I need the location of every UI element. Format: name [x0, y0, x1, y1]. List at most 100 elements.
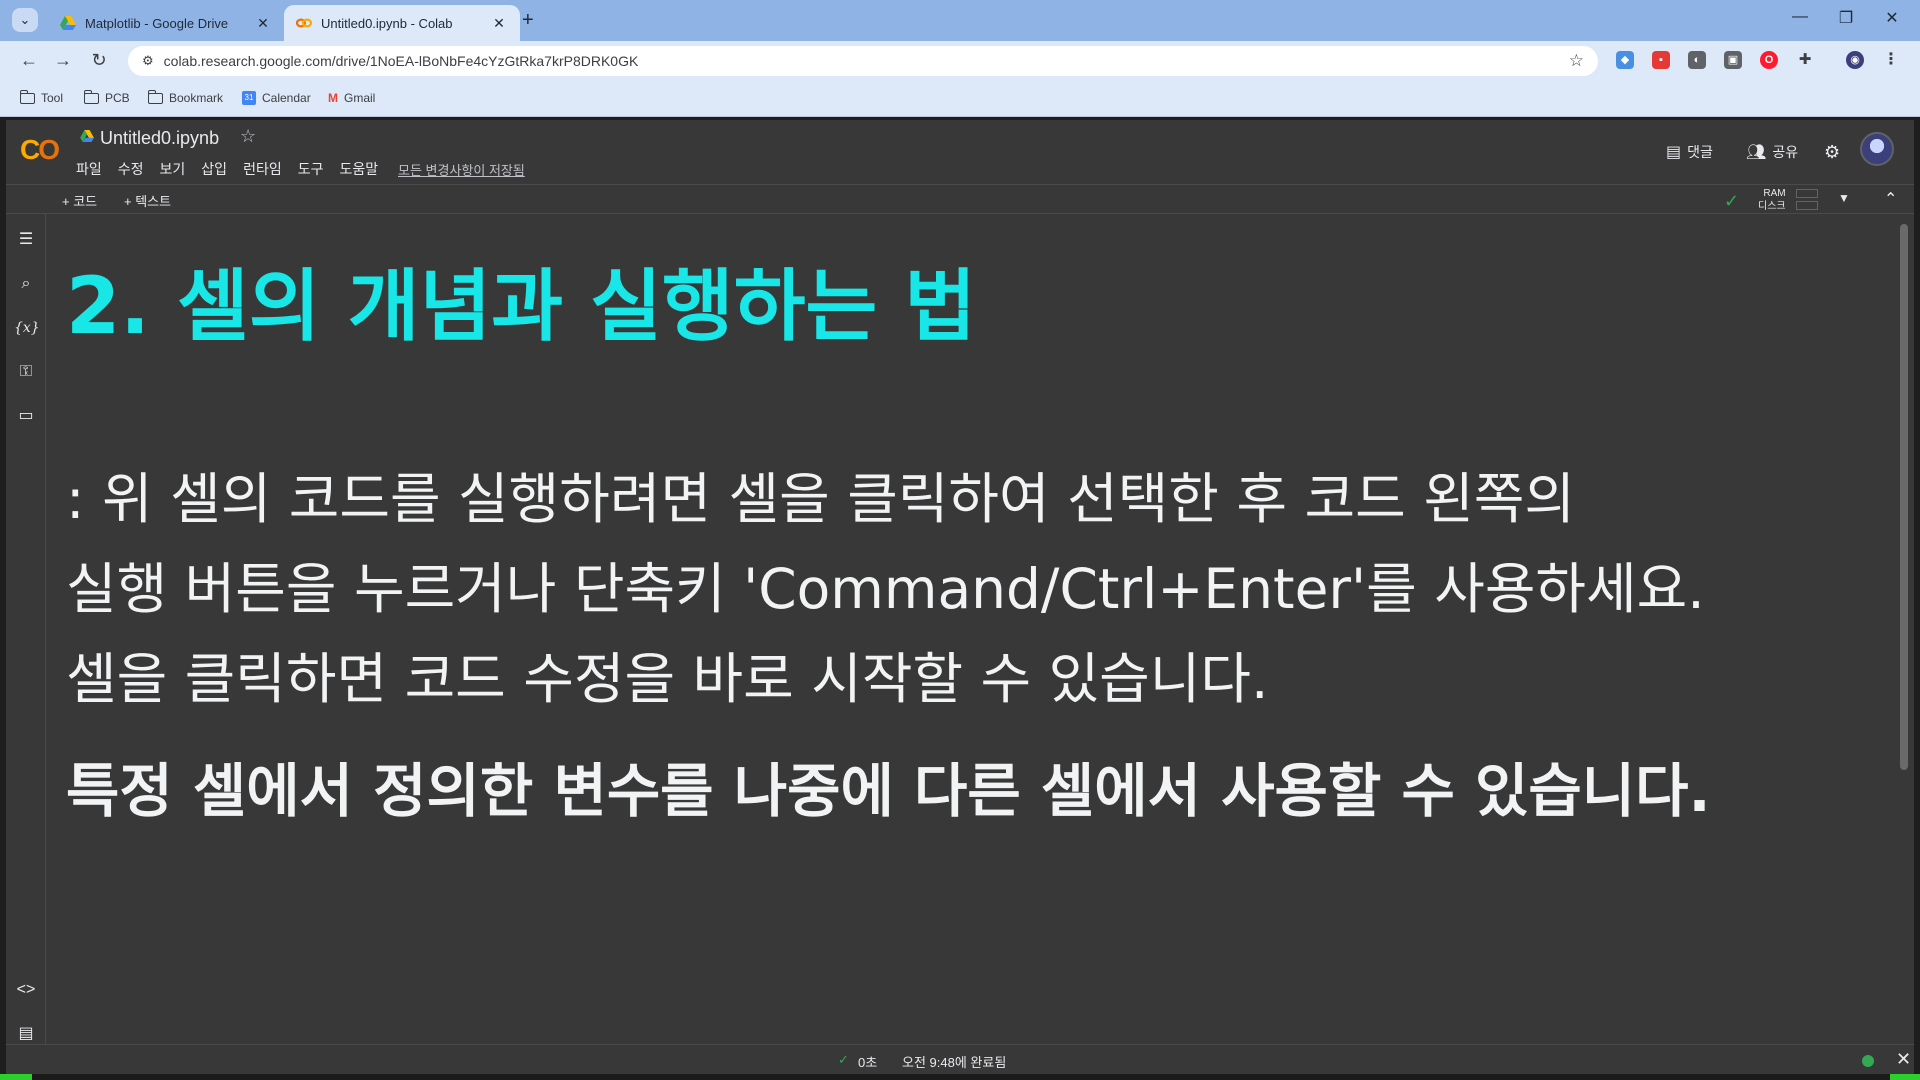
bookmark-label: Gmail	[344, 91, 376, 105]
bookmark-label: Calendar	[262, 91, 311, 105]
code-snippets-icon[interactable]: <>	[14, 978, 38, 1002]
execution-duration: 0초	[858, 1055, 878, 1070]
bookmark-pcb[interactable]: PCB	[83, 89, 130, 105]
menu-file[interactable]: 파일	[76, 159, 102, 179]
site-info-icon[interactable]: ⚙	[142, 53, 154, 69]
share-button[interactable]: 👥︎ 공유	[1746, 142, 1798, 162]
bookmark-tool[interactable]: Tool	[19, 89, 64, 105]
menu-bar: 파일 수정 보기 삽입 런타임 도구 도움말	[76, 159, 378, 179]
screen: ⌄ Matplotlib - Google Drive ✕ Untitled0.…	[0, 0, 1920, 1080]
left-sidebar: ☰ ⌕ {x} ⚿ ▭ <> ▤	[6, 214, 46, 1074]
close-icon[interactable]: ✕	[254, 15, 272, 32]
terminal-icon[interactable]: ▤	[14, 1022, 38, 1046]
profile-avatar[interactable]: ◉	[1846, 51, 1864, 69]
url-text: colab.research.google.com/drive/1NoEA-lB…	[163, 53, 639, 69]
folder-icon	[19, 89, 35, 104]
execution-completed: 오전 9:48에 완료됨	[902, 1055, 1007, 1070]
tab-search-button[interactable]: ⌄	[12, 8, 38, 32]
folder-icon	[83, 89, 99, 104]
extension-icon[interactable]: ◆	[1616, 51, 1634, 69]
user-avatar[interactable]	[1860, 132, 1894, 166]
folder-icon	[147, 89, 163, 104]
runtime-status-dot	[1862, 1055, 1874, 1067]
connected-check-icon: ✓	[1724, 191, 1740, 211]
menu-edit[interactable]: 수정	[118, 159, 144, 179]
colab-icon	[296, 18, 312, 28]
cell-text-line: 실행 버튼을 누르거나 단축키 'Command/Ctrl+Enter'를 사용…	[66, 557, 1705, 621]
cell-text-line: 셀을 클릭하면 코드 수정을 바로 시작할 수 있습니다.	[66, 647, 1269, 711]
comment-icon: ▤	[1666, 144, 1682, 161]
extension-icon[interactable]: ▣	[1724, 51, 1742, 69]
reload-icon[interactable]: ↻	[86, 50, 112, 71]
notebook-content: 2. 셀의 개념과 실행하는 법 : 위 셀의 코드를 실행하려면 셀을 클릭하…	[46, 214, 1908, 1044]
add-text-button[interactable]: + 텍스트	[124, 191, 171, 210]
tab-title: Matplotlib - Google Drive	[85, 15, 229, 31]
bookmark-bookmark[interactable]: Bookmark	[147, 89, 224, 105]
extension-icon[interactable]: ▪	[1652, 51, 1670, 69]
cell-text-bold-line: 특정 셀에서 정의한 변수를 나중에 다른 셀에서 사용할 수 있습니다.	[66, 757, 1711, 825]
restore-icon[interactable]: ❐	[1826, 8, 1866, 28]
cell-text-line: : 위 셀의 코드를 실행하려면 셀을 클릭하여 선택한 후 코드 왼쪽의	[66, 467, 1575, 531]
bookmark-label: PCB	[105, 91, 130, 105]
share-label: 공유	[1772, 144, 1799, 160]
bookmark-gmail[interactable]: M Gmail	[328, 91, 375, 105]
disk-label: 디스크	[1758, 201, 1786, 212]
browser-tab-strip: ⌄ Matplotlib - Google Drive ✕ Untitled0.…	[0, 0, 1920, 41]
save-status-link[interactable]: 모든 변경사항이 저장됨	[398, 160, 525, 179]
back-icon[interactable]: ←	[16, 50, 42, 71]
colab-app: CO Untitled0.ipynb ☆ 파일 수정 보기 삽입 런타임 도구 …	[6, 120, 1914, 1074]
search-icon[interactable]: ⌕	[14, 272, 38, 296]
settings-gear-icon[interactable]: ⚙	[1824, 142, 1840, 163]
key-icon[interactable]: ⚿	[14, 360, 38, 384]
tab-google-drive[interactable]: Matplotlib - Google Drive ✕	[48, 5, 284, 41]
resource-labels[interactable]: RAM 디스크	[1758, 187, 1786, 213]
comment-label: 댓글	[1687, 144, 1713, 160]
new-tab-button[interactable]: +	[522, 9, 534, 32]
bookmark-label: Tool	[41, 91, 64, 105]
add-code-button[interactable]: + 코드	[62, 191, 97, 210]
table-of-contents-icon[interactable]: ☰	[14, 228, 38, 252]
puzzle-icon[interactable]: ✚	[1796, 51, 1814, 69]
close-icon[interactable]: ✕	[490, 15, 508, 32]
window-close-icon[interactable]: ✕	[1872, 8, 1912, 28]
people-icon: 👥︎	[1746, 144, 1767, 161]
opera-icon[interactable]: O	[1760, 51, 1778, 69]
chevron-up-icon[interactable]: ⌃	[1884, 189, 1897, 209]
menu-help[interactable]: 도움말	[339, 159, 378, 179]
folder-icon[interactable]: ▭	[14, 404, 38, 428]
address-bar[interactable]: ⚙ colab.research.google.com/drive/1NoEA-…	[128, 46, 1598, 76]
minimize-icon[interactable]: —	[1780, 8, 1820, 26]
extension-icon[interactable]: ◐	[1688, 51, 1706, 69]
cell-heading: 2. 셀의 개념과 실행하는 법	[66, 262, 977, 352]
variables-icon[interactable]: {x}	[14, 316, 40, 340]
close-icon[interactable]: ✕	[1896, 1049, 1911, 1070]
resource-meters[interactable]	[1796, 189, 1818, 213]
calendar-icon: 31	[242, 91, 256, 105]
menu-insert[interactable]: 삽입	[201, 159, 227, 179]
menu-runtime[interactable]: 런타임	[243, 159, 282, 179]
bookmarks-bar: Tool PCB Bookmark 31 Calendar M Gmail	[0, 81, 1920, 117]
cell-toolbar: + 코드 + 텍스트 ✓ RAM 디스크 ▼ ⌃	[6, 184, 1914, 214]
more-menu-icon[interactable]: ⋮	[1882, 51, 1900, 69]
google-drive-icon	[80, 130, 94, 142]
comment-button[interactable]: ▤ 댓글	[1666, 142, 1713, 162]
menu-view[interactable]: 보기	[160, 159, 186, 179]
browser-toolbar: ← → ↻ ⚙ colab.research.google.com/drive/…	[0, 41, 1920, 81]
gmail-icon: M	[328, 91, 338, 105]
colab-header: CO Untitled0.ipynb ☆ 파일 수정 보기 삽입 런타임 도구 …	[6, 120, 1914, 184]
status-bar: ✓ 0초 오전 9:48에 완료됨 ✕	[6, 1044, 1914, 1074]
bookmark-star-icon[interactable]: ☆	[1569, 51, 1584, 71]
forward-icon[interactable]: →	[50, 50, 76, 71]
bookmark-label: Bookmark	[169, 91, 224, 105]
tab-colab[interactable]: Untitled0.ipynb - Colab ✕	[284, 5, 520, 41]
colab-logo[interactable]: CO	[20, 134, 60, 166]
notebook-title[interactable]: Untitled0.ipynb	[100, 128, 219, 149]
notebook-scrollbar[interactable]	[1900, 224, 1908, 770]
tab-title: Untitled0.ipynb - Colab	[321, 15, 453, 31]
google-drive-icon	[60, 16, 76, 30]
bookmark-calendar[interactable]: 31 Calendar	[242, 91, 311, 105]
status-check-icon: ✓	[838, 1052, 849, 1067]
menu-tools[interactable]: 도구	[298, 159, 324, 179]
star-icon[interactable]: ☆	[240, 126, 256, 147]
chevron-down-icon[interactable]: ▼	[1838, 191, 1850, 205]
